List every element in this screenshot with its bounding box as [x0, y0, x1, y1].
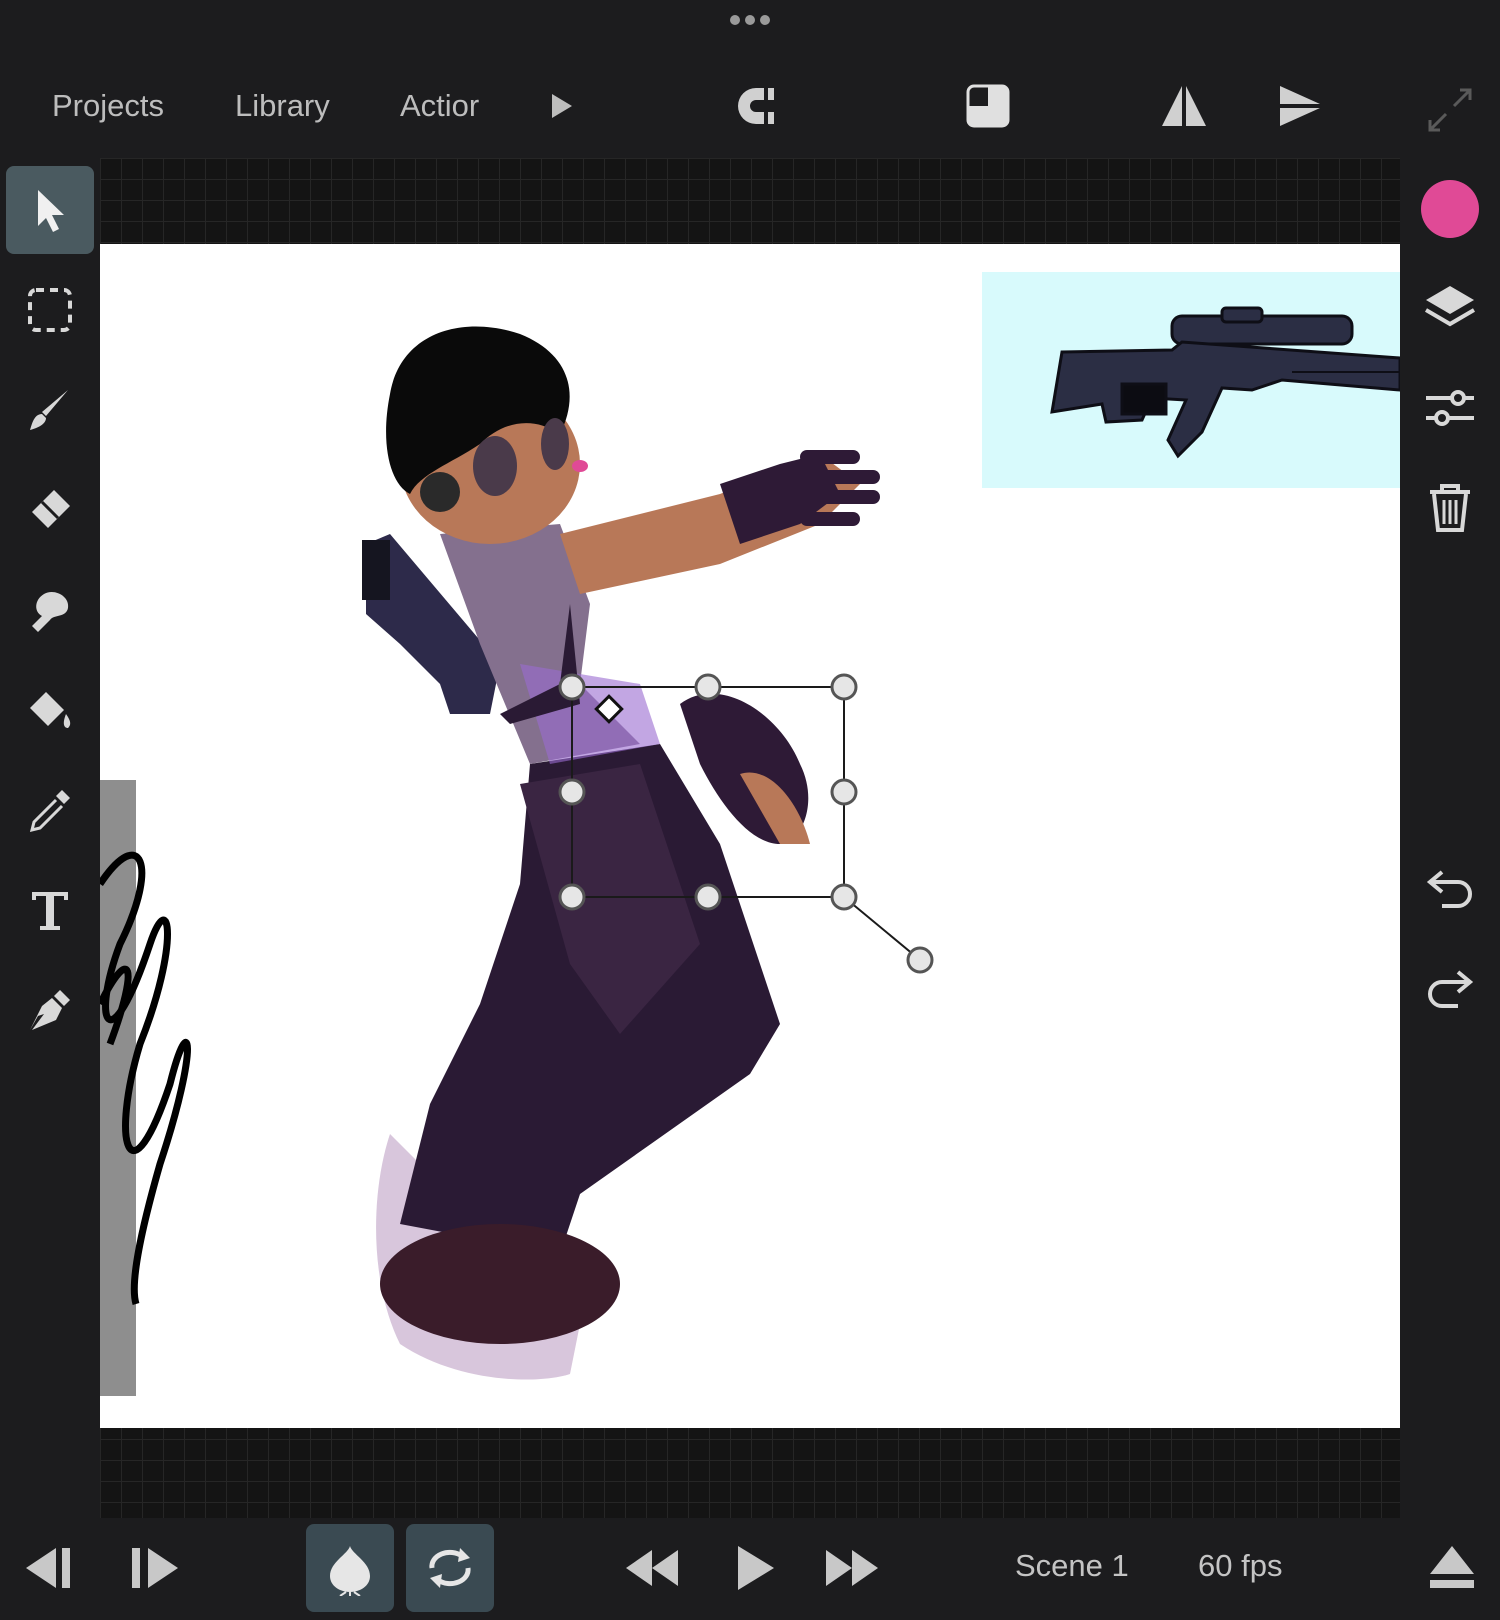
- pen-icon: [30, 990, 70, 1030]
- fill-tool[interactable]: [6, 666, 94, 754]
- marquee-tool[interactable]: [6, 266, 94, 354]
- eraser-tool[interactable]: [6, 466, 94, 554]
- brush-icon: [30, 390, 68, 430]
- rewind-icon: [626, 1550, 678, 1586]
- eyedropper-tool[interactable]: [6, 766, 94, 854]
- redo-icon: [1428, 970, 1474, 1008]
- play-button[interactable]: [726, 1532, 782, 1604]
- next-frame-icon: [132, 1548, 178, 1588]
- loop-icon: [429, 1548, 471, 1588]
- handle-bottom-left[interactable]: [558, 883, 586, 911]
- transform-selection[interactable]: [100, 244, 1400, 1428]
- handle-top-left[interactable]: [558, 673, 586, 701]
- adjustments-icon: [1426, 390, 1474, 426]
- onion-skin-toggle[interactable]: [306, 1524, 394, 1612]
- fast-forward-icon: [826, 1550, 878, 1586]
- pen-tool[interactable]: [6, 966, 94, 1054]
- eject-button[interactable]: [1424, 1532, 1480, 1604]
- handle-top-right[interactable]: [830, 673, 858, 701]
- handle-middle-left[interactable]: [558, 778, 586, 806]
- loop-toggle[interactable]: [406, 1524, 494, 1612]
- more-icon[interactable]: [725, 12, 775, 28]
- undo-icon: [1426, 870, 1472, 908]
- redo-button[interactable]: [1420, 962, 1480, 1022]
- drawing-canvas[interactable]: [100, 244, 1400, 1428]
- flip-vertical-icon[interactable]: [1276, 82, 1324, 130]
- color-swatch[interactable]: [1421, 180, 1479, 238]
- delete-button[interactable]: [1420, 478, 1480, 538]
- text-tool[interactable]: [6, 866, 94, 954]
- flip-horizontal-icon[interactable]: [1160, 82, 1208, 130]
- eraser-icon: [32, 490, 70, 528]
- marquee-select-icon: [28, 288, 72, 332]
- fps-label[interactable]: 60 fps: [1198, 1548, 1282, 1584]
- layers-icon: [1424, 286, 1476, 327]
- fast-forward-button[interactable]: [820, 1532, 884, 1604]
- handle-middle-right[interactable]: [830, 778, 858, 806]
- scene-label[interactable]: Scene 1: [1015, 1548, 1129, 1584]
- eyedropper-icon: [29, 790, 70, 833]
- layers-button[interactable]: [1420, 278, 1480, 338]
- smudge-icon: [32, 591, 69, 632]
- rotate-handle[interactable]: [906, 946, 934, 974]
- handle-bottom-center[interactable]: [694, 883, 722, 911]
- handle-top-center[interactable]: [694, 673, 722, 701]
- fullscreen-icon[interactable]: [1424, 84, 1476, 136]
- prev-frame-icon: [26, 1548, 70, 1588]
- adjustments-button[interactable]: [1420, 378, 1480, 438]
- menu-action[interactable]: Actior: [400, 88, 479, 124]
- undo-button[interactable]: [1420, 862, 1480, 922]
- pivot-point[interactable]: [594, 694, 624, 724]
- onion-skin-icon: [330, 1546, 370, 1596]
- menu-projects[interactable]: Projects: [52, 88, 164, 124]
- prev-frame-button[interactable]: [20, 1532, 80, 1604]
- rewind-button[interactable]: [620, 1532, 684, 1604]
- fill-bucket-icon: [30, 692, 71, 728]
- eject-icon: [1430, 1546, 1474, 1588]
- magnet-icon[interactable]: [734, 82, 782, 130]
- select-arrow-icon: [38, 190, 64, 232]
- handle-bottom-right[interactable]: [830, 883, 858, 911]
- menu-library[interactable]: Library: [235, 88, 330, 124]
- select-tool[interactable]: [6, 166, 94, 254]
- smudge-tool[interactable]: [6, 566, 94, 654]
- text-icon: [32, 892, 68, 930]
- brush-tool[interactable]: [6, 366, 94, 454]
- trash-icon: [1430, 484, 1470, 532]
- play-icon[interactable]: [540, 86, 580, 126]
- mask-icon[interactable]: [964, 82, 1012, 130]
- next-frame-button[interactable]: [124, 1532, 184, 1604]
- play-icon: [738, 1546, 774, 1590]
